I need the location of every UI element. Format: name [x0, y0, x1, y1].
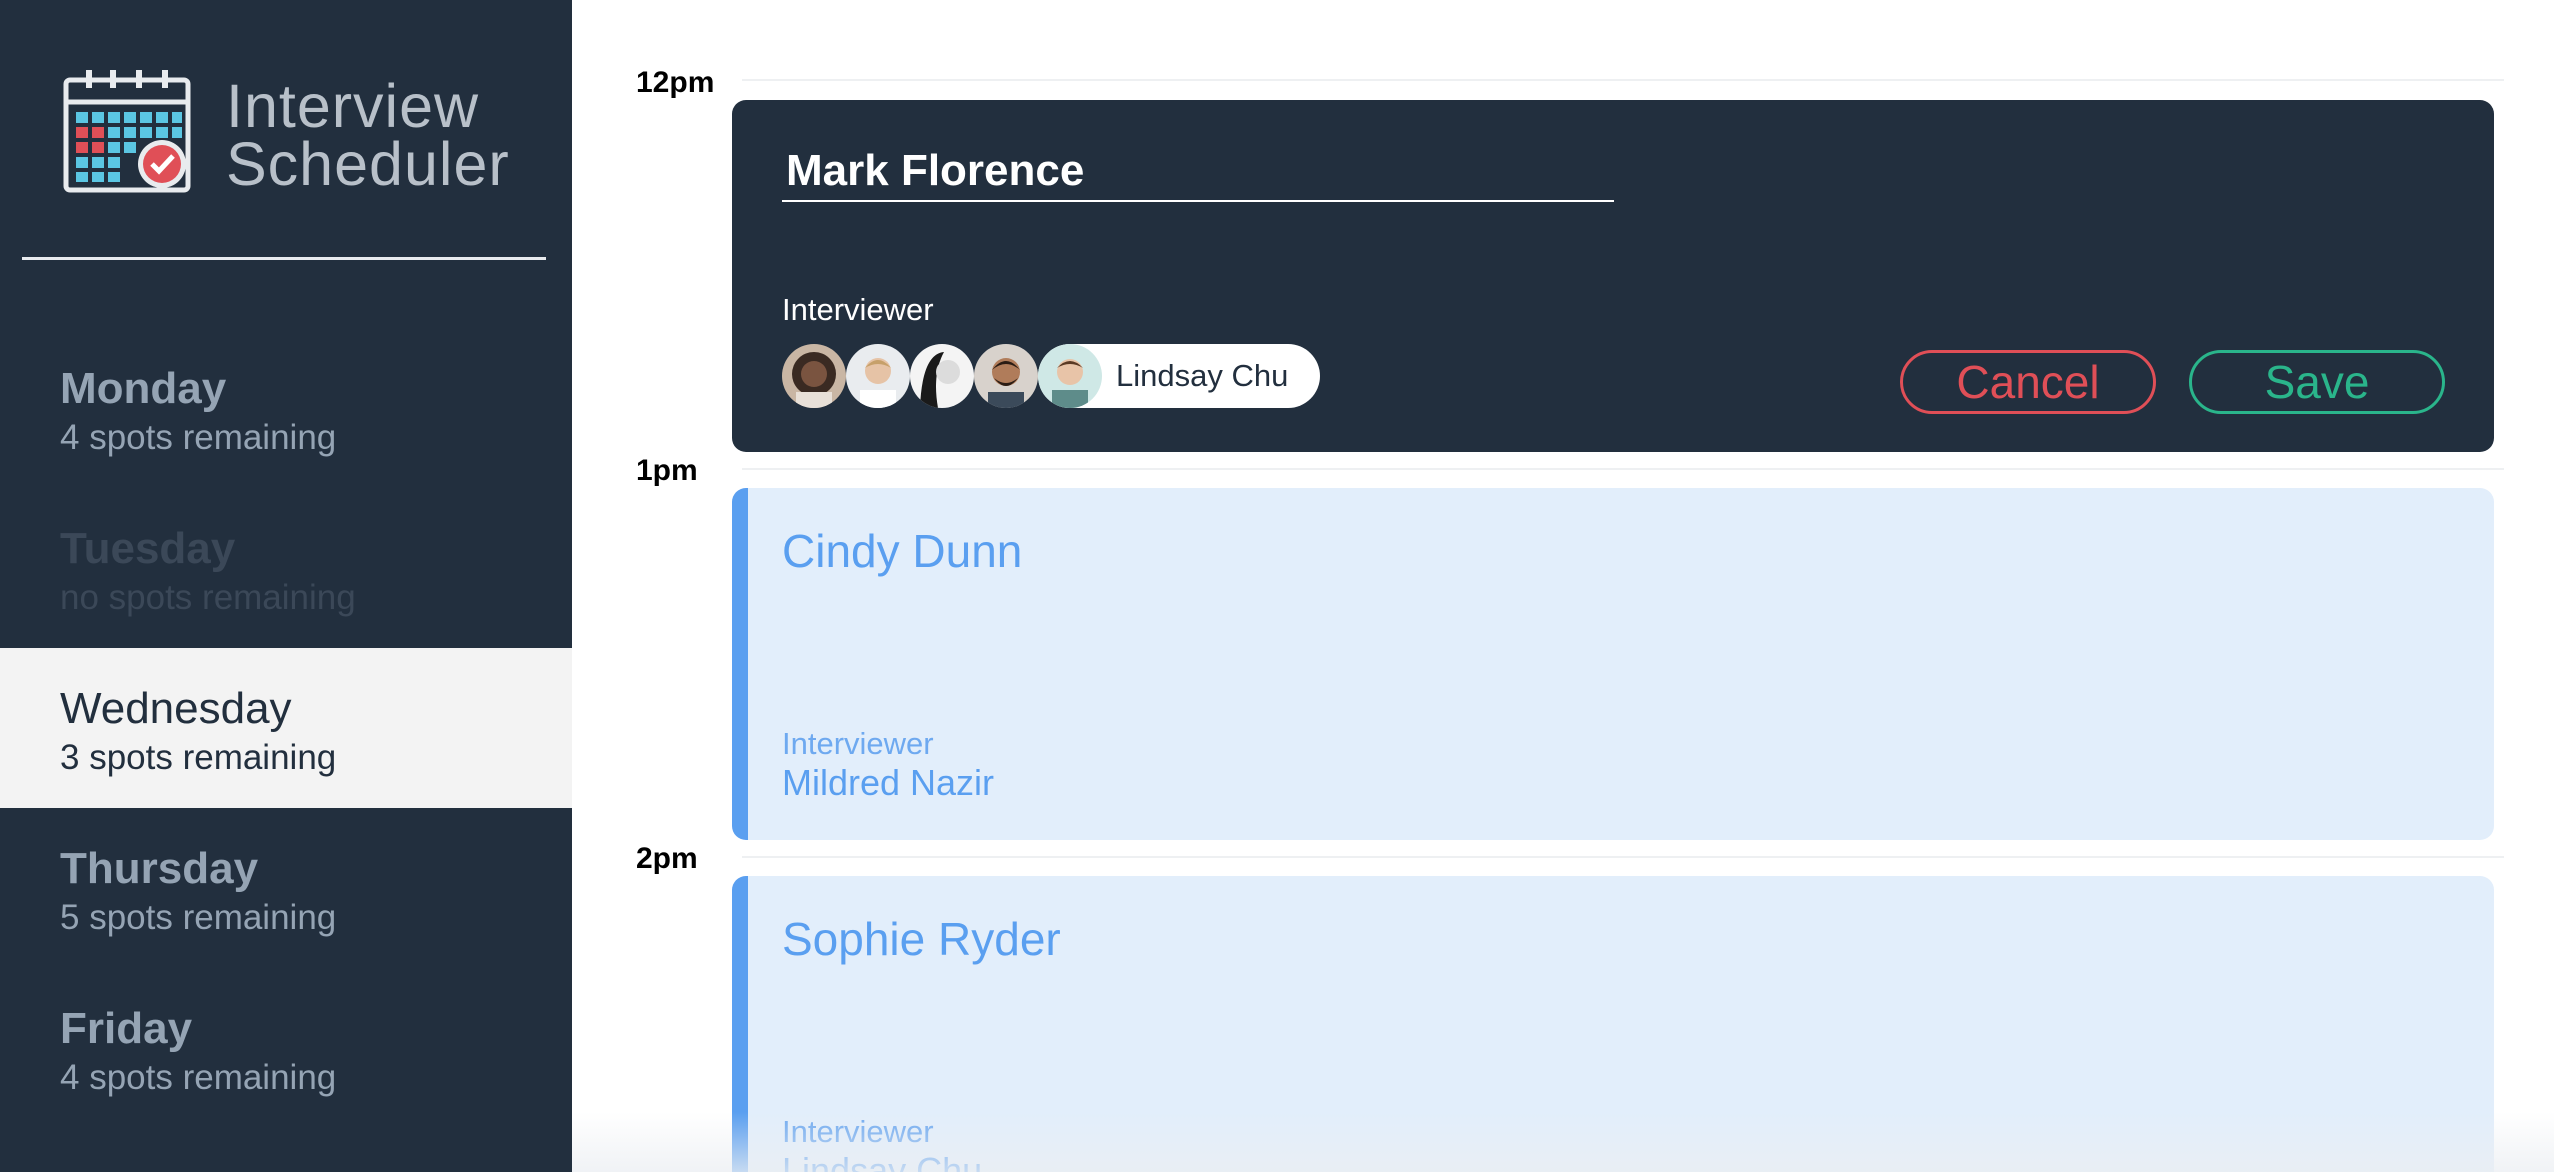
day-item-monday[interactable]: Monday 4 spots remaining: [0, 328, 572, 488]
day-name: Friday: [60, 1004, 193, 1053]
sidebar-divider: [22, 257, 546, 260]
appointment-interviewer: Mildred Nazir: [782, 762, 995, 803]
time-divider: [742, 79, 2504, 81]
interviewer-avatar: [1038, 344, 1102, 408]
day-item-friday[interactable]: Friday 4 spots remaining: [0, 968, 572, 1128]
appointment-student: Sophie Ryder: [782, 913, 1061, 965]
time-divider: [742, 856, 2504, 858]
appointment-interviewer-label: Interviewer: [782, 726, 934, 761]
appointment-interviewer-label: Interviewer: [782, 1114, 934, 1149]
selected-interviewer-name: Lindsay Chu: [1116, 358, 1289, 393]
interviewer-avatar[interactable]: [782, 344, 846, 408]
app-title: Interview Scheduler: [226, 71, 510, 198]
day-spots: 4 spots remaining: [60, 1058, 337, 1097]
day-name: Tuesday: [60, 524, 236, 573]
app-title-line1: Interview: [226, 71, 480, 140]
cancel-button[interactable]: Cancel: [1900, 350, 2156, 414]
selected-interviewer[interactable]: Lindsay Chu: [1038, 344, 1321, 408]
day-spots: no spots remaining: [60, 578, 356, 617]
save-button[interactable]: Save: [2189, 350, 2445, 414]
day-item-thursday[interactable]: Thursday 5 spots remaining: [0, 808, 572, 968]
appointment-card[interactable]: Sophie Ryder Interviewer Lindsay Chu: [732, 876, 2494, 1172]
calendar-check-icon: [62, 70, 192, 199]
interviewer-avatar[interactable]: [974, 344, 1038, 408]
student-name-input[interactable]: [782, 142, 1614, 202]
interviewer-avatar[interactable]: [910, 344, 974, 408]
time-divider: [742, 468, 2504, 470]
day-item-wednesday[interactable]: Wednesday 3 spots remaining: [0, 648, 572, 808]
time-label-12pm: 12pm: [636, 66, 715, 99]
logo: Interview Scheduler: [62, 70, 510, 199]
interviewer-avatar[interactable]: [846, 344, 910, 408]
time-label-1pm: 1pm: [636, 454, 698, 487]
day-spots: 3 spots remaining: [60, 738, 337, 777]
sidebar: Interview Scheduler Monday 4 spots remai…: [0, 0, 572, 1172]
day-name: Wednesday: [60, 684, 292, 733]
appointment-form: Interviewer Lindsay Chu: [732, 100, 2494, 452]
appointment-interviewer: Lindsay Chu: [782, 1150, 983, 1172]
day-item-tuesday[interactable]: Tuesday no spots remaining: [0, 488, 572, 648]
app: Interview Scheduler Monday 4 spots remai…: [0, 0, 2554, 1172]
day-spots: 4 spots remaining: [60, 418, 337, 457]
interviewer-list: Lindsay Chu: [782, 344, 1321, 408]
appointment-student: Cindy Dunn: [782, 525, 1023, 577]
interviewer-label: Interviewer: [782, 292, 934, 327]
time-label-2pm: 2pm: [636, 842, 698, 875]
day-spots: 5 spots remaining: [60, 898, 337, 937]
day-name: Monday: [60, 364, 227, 413]
app-title-line2: Scheduler: [226, 129, 510, 198]
appointment-card[interactable]: Cindy Dunn Interviewer Mildred Nazir: [732, 488, 2494, 840]
day-name: Thursday: [60, 844, 259, 893]
schedule: 12pm Interviewer: [572, 0, 2554, 1172]
